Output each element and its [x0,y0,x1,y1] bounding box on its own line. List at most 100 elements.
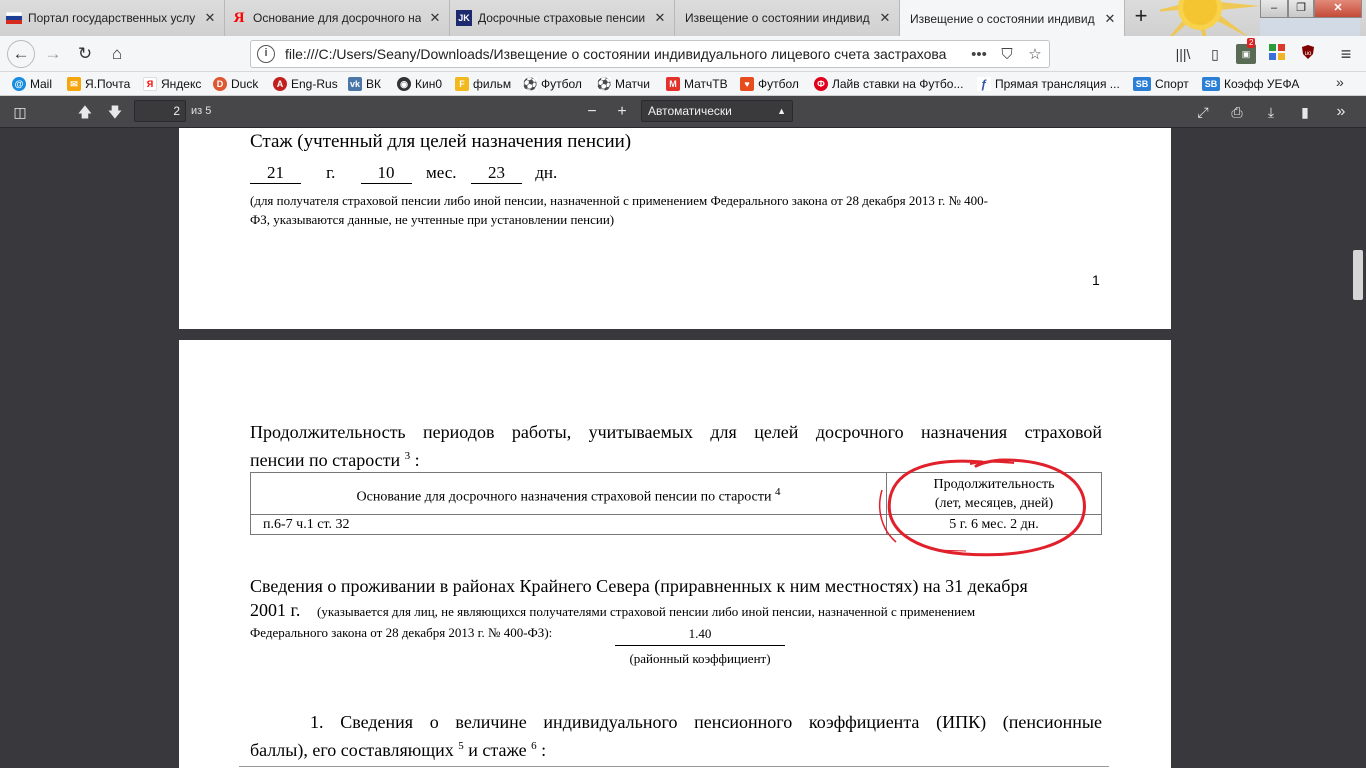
north-title-start: 2001 г. [250,600,301,620]
minus-icon: − [587,103,597,120]
bookmark-item[interactable]: ♥ Футбол [740,75,799,93]
years-unit: г. [326,163,336,182]
minimize-button[interactable]: – [1260,0,1288,18]
vertical-scrollbar[interactable] [1350,128,1366,768]
sidebar-icon[interactable]: ▯ [1205,44,1225,64]
tab-yandex[interactable]: Я Основание для досрочного на ✕ [225,0,450,36]
zoom-value: Автоматически [648,104,732,118]
stazh-values: 21 г. 10 мес. 23 дн. [250,163,566,184]
bookmark-item[interactable]: M МатчТВ [666,75,728,93]
new-tab-button[interactable]: + [1128,4,1154,30]
printer-icon: ⎙ [1231,104,1243,120]
coefficient-value: 1.40 [615,626,785,646]
current-view-button[interactable]: ▮ [1294,101,1316,123]
match-tv-icon: M [666,77,680,91]
previous-page-button[interactable]: 🡅 [74,101,96,123]
stazh-note-line1: (для получателя страховой пенсии либо ин… [250,193,988,208]
zoom-in-button[interactable]: + [611,101,633,123]
bookmark-item[interactable]: ⚽ Матчи [597,75,650,93]
bookmark-item[interactable]: A Eng-Rus [273,75,338,93]
more-actions-icon[interactable]: ••• [965,46,993,63]
bookmarks-bar: @ Mail ✉ Я.Почта Я Яндекс D Duck A Eng-Rus vk… [0,72,1366,96]
bet-icon: Ф [814,77,828,91]
extension-icon[interactable]: ▣ 2 [1236,38,1256,64]
sb-icon: SB [1133,77,1151,91]
coefficient-label: (районный коэффициент) [629,651,771,666]
translate-icon: A [273,77,287,91]
sidebar-toggle-icon: ◫ [13,104,27,120]
updown-arrow-icon: ▲ [777,106,786,116]
forward-button[interactable]: → [40,41,66,67]
zoom-out-button[interactable]: − [581,101,603,123]
reload-button[interactable]: ↻ [72,41,98,67]
periods-title-line2: пенсии по старости 3 : [250,450,420,470]
toggle-sidebar-button[interactable]: ◫ [9,101,31,123]
table-cell-basis: п.6-7 ч.1 ст. 32 [250,514,887,535]
close-icon[interactable]: ✕ [652,10,668,26]
close-icon[interactable]: ✕ [1102,11,1118,27]
bookmark-item[interactable]: vk ВК [348,75,381,93]
reload-icon: ↻ [77,44,93,63]
football-icon: ⚽ [596,77,612,91]
bookmark-star-icon[interactable]: ☆ [1021,45,1049,63]
maximize-button[interactable]: ❐ [1288,0,1314,18]
bookmark-item[interactable]: ⚽ Футбол [523,75,582,93]
presentation-mode-button[interactable]: ⤢ [1192,101,1214,123]
north-note-line1: (указывается для лиц, не являющихся полу… [317,604,976,619]
menu-hamburger-icon[interactable]: ≡ [1336,44,1356,64]
close-icon[interactable]: ✕ [202,10,218,26]
north-note-line2: Федерального закона от 28 декабря 2013 г… [250,625,553,640]
bookmark-item[interactable]: SB Спорт [1133,75,1189,93]
tab-title: Портал государственных услу [28,11,196,25]
navigation-bar: ← → ↻ ⌂ i file:///C:/Users/Seany/Downloa… [0,36,1366,72]
info-icon[interactable]: i [257,45,275,63]
bookmark-item[interactable]: Ф Лайв ставки на Футбо... [814,75,963,93]
stazh-title: Стаж (учтенный для целей назначения пенс… [250,131,632,152]
tab-title: Извещение о состоянии индивид [685,11,870,25]
home-button[interactable]: ⌂ [104,41,130,67]
close-icon[interactable]: ✕ [877,10,893,26]
bookmark-item[interactable]: ƒ Прямая трансляция ... [977,75,1120,93]
red-annotation-ellipse [878,458,1086,557]
scrollbar-thumb[interactable] [1353,250,1363,300]
bookmark-item[interactable]: @ Mail [12,75,52,93]
duckduckgo-icon: D [213,77,227,91]
download-button[interactable]: ⤓ [1260,101,1282,123]
tab-notice-2[interactable]: Извещение о состоянии индивид ✕ [900,0,1125,37]
tab-gosuslugi[interactable]: Портал государственных услу ✕ [0,0,225,36]
bookmark-item[interactable]: ✉ Я.Почта [67,75,130,93]
window-close-button[interactable]: ✕ [1314,0,1362,18]
russia-flag-icon [6,10,22,26]
url-bar[interactable]: i file:///C:/Users/Seany/Downloads/Извещ… [250,40,1050,68]
table-header-basis: Основание для досрочного назначения стра… [250,472,887,515]
pdf-viewer[interactable]: Стаж (учтенный для целей назначения пенс… [0,128,1366,768]
back-button[interactable]: ← [7,40,35,68]
yandex-icon: Я [143,77,157,91]
sb-icon: SB [1202,77,1220,91]
stazh-years: 21 [250,163,301,184]
zoom-select[interactable]: Автоматически ▲ [641,100,793,122]
next-page-button[interactable]: 🡇 [104,101,126,123]
arrow-right-icon: → [44,44,62,63]
tab-notice-1[interactable]: Извещение о состоянии индивид ✕ [675,0,900,36]
arrow-down-icon: 🡇 [107,104,123,120]
tools-button[interactable]: » [1330,101,1352,123]
ublock-icon[interactable]: uo [1298,44,1318,64]
bookmark-item[interactable]: SB Коэфф УЕФА [1202,75,1299,93]
bookmark-item[interactable]: Fфильм [455,75,511,93]
stazh-months: 10 [360,163,412,184]
bookmark-item[interactable]: Я Яндекс [143,75,201,93]
library-icon[interactable]: |||\ [1173,44,1193,64]
bookmark-item[interactable]: ◉ Кин0 [397,75,442,93]
film-reel-icon: ◉ [397,77,411,91]
bookmark-item[interactable]: D Duck [213,75,258,93]
chevron-double-right-icon[interactable]: » [1336,74,1344,90]
tab-pensions[interactable]: JK Досрочные страховые пенсии ✕ [450,0,675,36]
print-button[interactable]: ⎙ [1226,101,1248,123]
pocket-icon[interactable]: ⛉ [993,46,1021,63]
page-number-input[interactable]: 2 [134,100,186,122]
tab-title: Основание для досрочного на [253,11,421,25]
close-icon[interactable]: ✕ [427,10,443,26]
extension-grid-icon[interactable] [1267,44,1287,64]
url-text[interactable]: file:///C:/Users/Seany/Downloads/Извещен… [285,46,965,62]
